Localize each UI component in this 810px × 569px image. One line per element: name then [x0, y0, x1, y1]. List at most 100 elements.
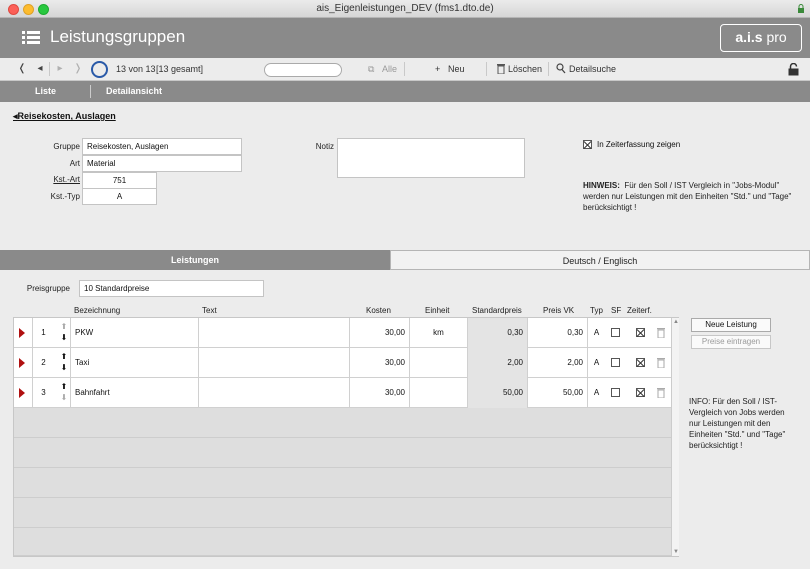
tab-list[interactable]: Liste	[35, 86, 56, 96]
list-menu-icon[interactable]	[22, 30, 40, 45]
ksttyp-field[interactable]: A	[82, 188, 157, 205]
empty-row	[14, 528, 672, 556]
typ-cell[interactable]: A	[587, 318, 605, 348]
bezeichnung-cell[interactable]: PKW	[70, 318, 198, 348]
zeiterf-checkbox[interactable]	[636, 328, 645, 337]
column-sf: SF	[611, 306, 622, 315]
scroll-up-icon[interactable]: ▲	[673, 319, 679, 325]
close-window-button[interactable]	[8, 4, 19, 15]
zoom-window-button[interactable]	[38, 4, 49, 15]
sf-checkbox[interactable]	[611, 358, 620, 367]
sf-checkbox[interactable]	[611, 388, 620, 397]
view-tabs: Liste Detailansicht	[0, 81, 810, 102]
next-record-icon[interactable]: ▸	[55, 63, 65, 75]
table-row[interactable]: 2 ⬆ ⬇ Taxi 30,00 2,00 2,00 A	[14, 348, 672, 378]
first-record-icon[interactable]: ❬	[17, 63, 27, 75]
empty-row	[14, 468, 672, 498]
tab-detail[interactable]: Detailansicht	[106, 86, 162, 96]
standardpreis-cell: 0,30	[467, 318, 527, 348]
services-table: 1 ⬆ ⬇ PKW 30,00 km 0,30 0,30 A 2 ⬆ ⬇ Taxi …	[13, 317, 679, 557]
preisgruppe-field[interactable]: 10 Standardpreise	[79, 280, 264, 297]
sf-checkbox[interactable]	[611, 328, 620, 337]
padlock-icon[interactable]	[788, 63, 799, 76]
text-cell[interactable]	[198, 348, 349, 378]
trash-icon[interactable]	[657, 357, 665, 368]
gruppe-label: Gruppe	[53, 142, 80, 151]
kosten-cell[interactable]: 30,00	[349, 318, 409, 348]
zeiterf-checkbox[interactable]	[636, 388, 645, 397]
breadcrumb[interactable]: ◂Reisekosten, Auslagen	[13, 111, 116, 122]
bezeichnung-cell[interactable]: Bahnfahrt	[70, 378, 198, 408]
preis-vk-cell[interactable]: 50,00	[527, 378, 587, 408]
tab-leistungen[interactable]: Leistungen	[0, 250, 390, 270]
row-marker-icon[interactable]	[19, 388, 25, 398]
new-record-button[interactable]: Neu	[448, 64, 465, 74]
kstart-field[interactable]: 751	[82, 172, 157, 189]
app-header: Leistungsgruppen a.i.s pro	[0, 18, 810, 58]
einheit-cell[interactable]: km	[409, 318, 467, 348]
trash-icon[interactable]	[497, 63, 505, 74]
text-cell[interactable]	[198, 318, 349, 348]
detail-search-button[interactable]: Detailsuche	[569, 64, 616, 74]
lock-icon	[798, 4, 804, 13]
record-slider-circle[interactable]	[91, 61, 108, 78]
art-field[interactable]: Material	[82, 155, 242, 172]
empty-row	[14, 408, 672, 438]
tab-deutsch-englisch[interactable]: Deutsch / Englisch	[390, 250, 810, 270]
trash-icon[interactable]	[657, 327, 665, 338]
row-number: 3	[32, 378, 54, 408]
standardpreis-cell: 2,00	[467, 348, 527, 378]
sort-arrows-icon[interactable]: ⬆ ⬇	[58, 321, 70, 345]
trash-icon[interactable]	[657, 387, 665, 398]
gruppe-field[interactable]: Reisekosten, Auslagen	[82, 138, 242, 155]
bezeichnung-cell[interactable]: Taxi	[70, 348, 198, 378]
divider	[404, 62, 405, 76]
zeiterfassung-checkbox[interactable]	[583, 140, 592, 149]
standardpreis-cell: 50,00	[467, 378, 527, 408]
text-cell[interactable]	[198, 378, 349, 408]
all-records-button[interactable]: Alle	[382, 64, 397, 74]
notiz-label: Notiz	[315, 142, 334, 151]
sort-arrows-icon[interactable]: ⬆ ⬇	[58, 381, 70, 405]
zeiterf-checkbox[interactable]	[636, 358, 645, 367]
column-standardpreis: Standardpreis	[472, 306, 522, 315]
kosten-cell[interactable]: 30,00	[349, 348, 409, 378]
quick-search-input[interactable]	[264, 63, 342, 77]
typ-cell[interactable]: A	[587, 348, 605, 378]
preis-vk-cell[interactable]: 0,30	[527, 318, 587, 348]
table-row[interactable]: 1 ⬆ ⬇ PKW 30,00 km 0,30 0,30 A	[14, 318, 672, 348]
table-row[interactable]: 3 ⬆ ⬇ Bahnfahrt 30,00 50,00 50,00 A	[14, 378, 672, 408]
row-marker-icon[interactable]	[19, 328, 25, 338]
preis-vk-cell[interactable]: 2,00	[527, 348, 587, 378]
page-title: Leistungsgruppen	[50, 27, 186, 46]
typ-cell[interactable]: A	[587, 378, 605, 408]
last-record-icon[interactable]: ❭	[73, 63, 83, 75]
enter-prices-button[interactable]: Preise eintragen	[691, 335, 771, 349]
all-records-icon[interactable]: ⧉	[368, 64, 374, 75]
divider	[548, 62, 549, 76]
minimize-window-button[interactable]	[23, 4, 34, 15]
einheit-cell[interactable]	[409, 378, 467, 408]
info-text: INFO: Für den Soll / IST-Vergleich von J…	[689, 397, 786, 450]
column-einheit: Einheit	[425, 306, 450, 315]
kosten-cell[interactable]: 30,00	[349, 378, 409, 408]
divider	[486, 62, 487, 76]
record-toolbar: ❬ ◂ ▸ ❭ 13 von 13 [13 gesamt] ⧉ Alle + N…	[0, 58, 810, 81]
preisgruppe-label: Preisgruppe	[26, 284, 70, 293]
new-service-button[interactable]: Neue Leistung	[691, 318, 771, 332]
scroll-down-icon[interactable]: ▼	[673, 549, 679, 555]
sort-arrows-icon[interactable]: ⬆ ⬇	[58, 351, 70, 375]
delete-record-button[interactable]: Löschen	[508, 64, 542, 74]
row-marker-icon[interactable]	[19, 358, 25, 368]
kstart-label[interactable]: Kst.-Art	[30, 175, 80, 184]
zeiterfassung-label: In Zeiterfassung zeigen	[597, 140, 681, 149]
brand-logo: a.i.s pro	[720, 24, 802, 52]
new-icon[interactable]: +	[435, 64, 440, 74]
row-number: 1	[32, 318, 54, 348]
notiz-field[interactable]	[337, 138, 525, 178]
search-icon[interactable]	[556, 63, 566, 74]
table-scrollbar[interactable]: ▲ ▼	[671, 318, 679, 556]
einheit-cell[interactable]	[409, 348, 467, 378]
previous-record-icon[interactable]: ◂	[35, 63, 45, 75]
ksttyp-label: Kst.-Typ	[50, 192, 80, 201]
